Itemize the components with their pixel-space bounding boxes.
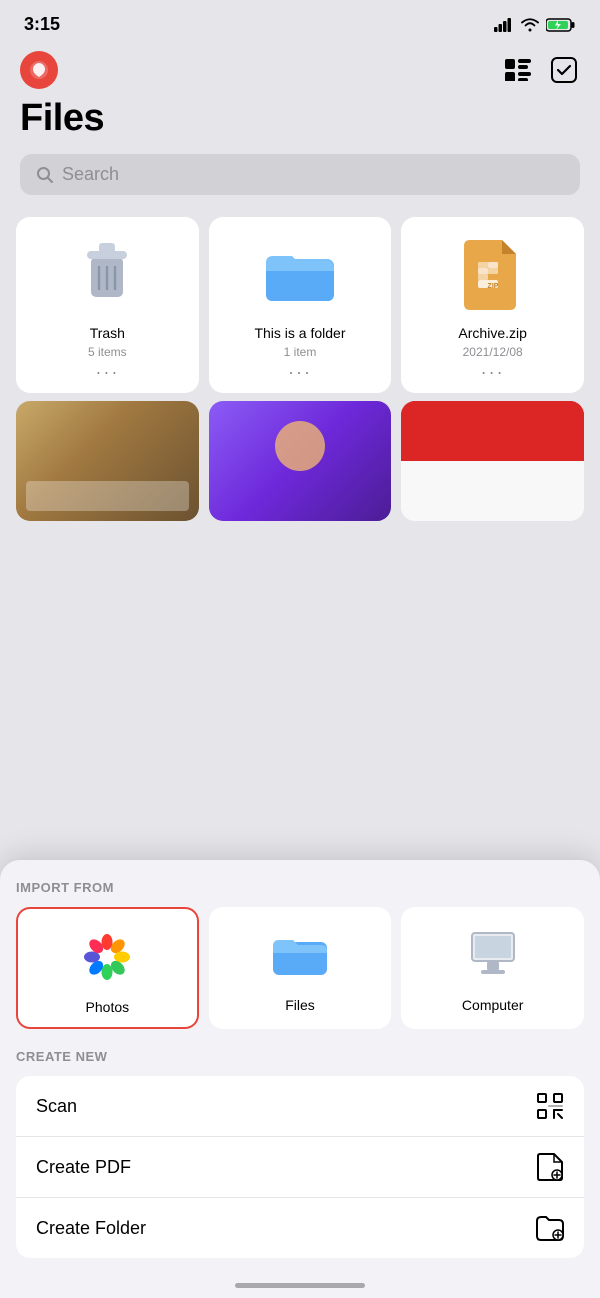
import-section-label: IMPORT FROM	[16, 880, 584, 895]
zip-icon: ZIP	[464, 240, 522, 310]
action-create-pdf[interactable]: Create PDF	[16, 1137, 584, 1198]
wifi-icon	[520, 17, 540, 32]
file-card-zip[interactable]: ZIP Archive.zip 2021/12/08 ···	[401, 217, 584, 393]
status-time: 3:15	[24, 14, 60, 35]
action-list: Scan Create PDF	[16, 1076, 584, 1258]
create-pdf-icon-svg	[537, 1153, 563, 1181]
app-header	[0, 43, 600, 93]
trash-icon-area	[67, 235, 147, 315]
home-indicator	[235, 1283, 365, 1288]
thumbnail-card-3[interactable]	[401, 401, 584, 521]
file-meta-zip: 2021/12/08	[463, 345, 523, 359]
header-actions	[502, 54, 580, 86]
import-grid: Photos Files	[16, 907, 584, 1029]
scan-icon-svg	[536, 1092, 564, 1120]
import-computer-label: Computer	[462, 997, 523, 1013]
create-folder-icon	[536, 1214, 564, 1242]
scan-icon	[536, 1092, 564, 1120]
status-bar: 3:15	[0, 0, 600, 43]
file-meta-trash: 5 items	[88, 345, 127, 359]
search-icon	[36, 166, 54, 184]
file-dots-zip[interactable]: ···	[481, 363, 505, 381]
files-folder-icon	[272, 932, 328, 978]
photos-icon-area	[75, 925, 139, 989]
signal-icon	[494, 18, 514, 32]
files-grid: Trash 5 items ··· This is a folder 1 ite…	[0, 209, 600, 401]
create-folder-label: Create Folder	[36, 1218, 146, 1239]
files-icon-area	[268, 923, 332, 987]
thumbnail-grid	[0, 401, 600, 529]
import-files-card[interactable]: Files	[209, 907, 392, 1029]
computer-icon-area	[461, 923, 525, 987]
page-title: Files	[20, 97, 580, 140]
file-dots-trash[interactable]: ···	[95, 363, 119, 381]
file-card-folder[interactable]: This is a folder 1 item ···	[209, 217, 392, 393]
action-create-folder[interactable]: Create Folder	[16, 1198, 584, 1258]
status-icons	[494, 17, 576, 33]
create-section-label: CREATE NEW	[16, 1049, 584, 1064]
import-photos-card[interactable]: Photos	[16, 907, 199, 1029]
create-pdf-label: Create PDF	[36, 1157, 131, 1178]
computer-icon	[465, 930, 521, 980]
search-placeholder: Search	[62, 164, 119, 185]
app-icon[interactable]	[20, 51, 58, 89]
file-name-folder: This is a folder	[254, 325, 345, 341]
list-view-button[interactable]	[502, 54, 534, 86]
list-view-icon	[505, 59, 531, 81]
file-name-zip: Archive.zip	[458, 325, 526, 341]
thumbnail-card-2[interactable]	[209, 401, 392, 521]
app-icon-svg	[28, 59, 50, 81]
thumbnail-card-1[interactable]	[16, 401, 199, 521]
scan-label: Scan	[36, 1096, 77, 1117]
action-scan[interactable]: Scan	[16, 1076, 584, 1137]
svg-text:ZIP: ZIP	[487, 283, 498, 290]
file-card-trash[interactable]: Trash 5 items ···	[16, 217, 199, 393]
battery-icon	[546, 17, 576, 33]
page-title-section: Files	[0, 93, 600, 150]
bottom-sheet: IMPORT FROM	[0, 860, 600, 1298]
photos-icon	[79, 929, 135, 985]
folder-icon	[264, 245, 336, 305]
folder-icon-area	[260, 235, 340, 315]
file-name-trash: Trash	[90, 325, 125, 341]
select-icon	[551, 57, 577, 83]
import-photos-label: Photos	[86, 999, 130, 1015]
select-button[interactable]	[548, 54, 580, 86]
file-dots-folder[interactable]: ···	[288, 363, 312, 381]
search-container: Search	[0, 150, 600, 209]
create-pdf-icon	[536, 1153, 564, 1181]
search-bar[interactable]: Search	[20, 154, 580, 195]
zip-icon-area: ZIP	[453, 235, 533, 315]
import-computer-card[interactable]: Computer	[401, 907, 584, 1029]
create-folder-icon-svg	[536, 1215, 564, 1241]
trash-icon	[77, 239, 137, 311]
import-files-label: Files	[285, 997, 315, 1013]
file-meta-folder: 1 item	[284, 345, 317, 359]
